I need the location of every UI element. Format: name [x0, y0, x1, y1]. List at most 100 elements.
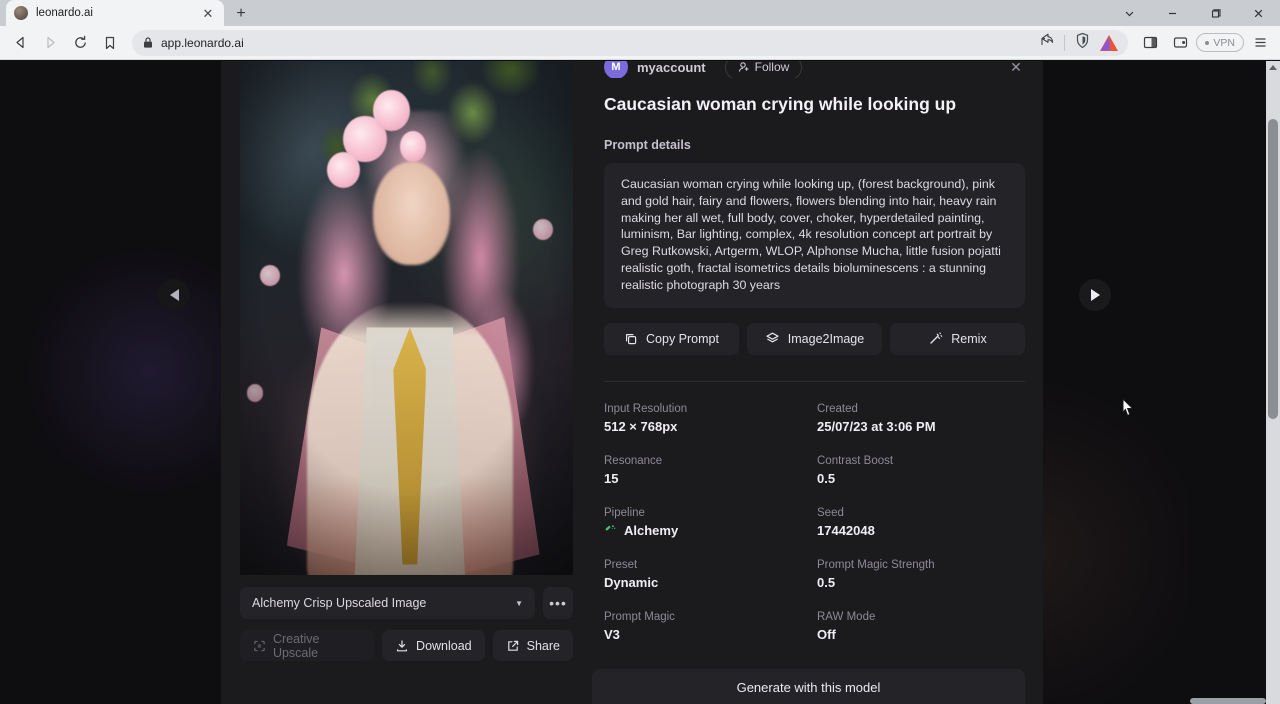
image2image-button[interactable]: Image2Image: [747, 323, 882, 355]
previous-image-button[interactable]: [158, 279, 190, 311]
creative-upscale-button[interactable]: Creative Upscale: [240, 630, 374, 661]
scroll-up-arrow-icon[interactable]: [1269, 65, 1277, 70]
magic-wand-icon: [928, 331, 943, 346]
share-external-icon: [506, 639, 520, 653]
copy-prompt-button[interactable]: Copy Prompt: [604, 323, 739, 355]
download-icon: [395, 639, 409, 653]
artwork-vignette: [240, 61, 573, 575]
metadata-value: Dynamic: [604, 575, 817, 590]
vpn-button[interactable]: VPN: [1196, 33, 1244, 52]
mouse-cursor: [1122, 398, 1134, 417]
page-title: Caucasian woman crying while looking up: [604, 94, 1025, 115]
metadata-value: 512 × 768px: [604, 419, 817, 434]
new-tab-button[interactable]: +: [228, 2, 254, 26]
variant-selector-row: Alchemy Crisp Upscaled Image ▼ •••: [240, 587, 573, 619]
generated-image[interactable]: [240, 61, 573, 575]
close-icon[interactable]: ✕: [1007, 61, 1025, 76]
address-bar-actions: [1039, 32, 1118, 54]
browser-titlebar: leonardo.ai ✕ +: [0, 0, 1280, 26]
metadata-value-pipeline: Alchemy: [604, 523, 817, 538]
metadata-label: Contrast Boost: [817, 455, 1025, 467]
follow-person-icon: [738, 61, 750, 73]
share-button[interactable]: Share: [493, 630, 573, 661]
share-icon[interactable]: [1039, 32, 1055, 53]
vpn-status-dot: [1205, 41, 1209, 45]
prompt-box[interactable]: Caucasian woman crying while looking up,…: [604, 163, 1025, 308]
next-image-button[interactable]: [1079, 279, 1111, 311]
metadata-item: Seed 17442048: [817, 507, 1025, 538]
generate-with-model-button[interactable]: Generate with this model: [592, 669, 1025, 704]
address-bar-url: app.leonardo.ai: [161, 36, 244, 50]
image-actions-row: Creative Upscale Download Share: [240, 630, 573, 661]
prompt-text: Caucasian woman crying while looking up,…: [621, 176, 1008, 294]
horizontal-scrollbar-thumb[interactable]: [1190, 698, 1266, 704]
download-button[interactable]: Download: [382, 630, 485, 661]
metadata-grid: Input Resolution 512 × 768px Created 25/…: [604, 403, 1025, 642]
tab-title: leonardo.ai: [36, 7, 192, 19]
address-bar[interactable]: app.leonardo.ai: [132, 30, 1128, 56]
sidebar-toggle-icon[interactable]: [1136, 29, 1164, 57]
window-minimize-icon[interactable]: [1151, 0, 1194, 26]
download-label: Download: [416, 639, 472, 653]
back-arrow-icon[interactable]: [6, 29, 34, 57]
vertical-scrollbar[interactable]: [1266, 61, 1280, 704]
alchemy-flask-icon: [604, 524, 617, 537]
layers-icon: [765, 331, 780, 346]
variant-select[interactable]: Alchemy Crisp Upscaled Image ▼: [240, 587, 535, 619]
forward-arrow-icon[interactable]: [36, 29, 64, 57]
browser-window: leonardo.ai ✕ +: [0, 0, 1280, 704]
metadata-value: 25/07/23 at 3:06 PM: [817, 419, 1025, 434]
page-content: Alchemy Crisp Upscaled Image ▼ ••• Creat…: [0, 61, 1280, 704]
prompt-actions: Copy Prompt Image2Image Remix: [604, 323, 1025, 355]
metadata-item: Prompt Magic V3: [604, 611, 817, 642]
browser-toolbar: app.leonardo.ai VPN: [0, 26, 1280, 60]
browser-tab[interactable]: leonardo.ai ✕: [6, 0, 224, 26]
window-close-icon[interactable]: [1237, 0, 1280, 26]
metadata-value: 17442048: [817, 523, 1025, 538]
image2image-label: Image2Image: [788, 332, 864, 346]
brave-wallet-icon[interactable]: [1166, 29, 1194, 57]
window-maximize-icon[interactable]: [1194, 0, 1237, 26]
author-name[interactable]: myaccount: [637, 61, 706, 75]
chevron-down-icon: ▼: [515, 599, 523, 608]
image-preview-panel: Alchemy Crisp Upscaled Image ▼ ••• Creat…: [221, 61, 592, 704]
image-detail-modal: Alchemy Crisp Upscaled Image ▼ ••• Creat…: [221, 61, 1043, 704]
reload-icon[interactable]: [66, 29, 94, 57]
toolbar-divider: [1064, 35, 1065, 51]
metadata-label: Prompt Magic Strength: [817, 559, 1025, 571]
metadata-label: Created: [817, 403, 1025, 415]
variant-select-label: Alchemy Crisp Upscaled Image: [252, 596, 426, 610]
metadata-label: RAW Mode: [817, 611, 1025, 623]
avatar[interactable]: M: [604, 61, 628, 78]
more-options-button[interactable]: •••: [543, 587, 573, 619]
metadata-value: 0.5: [817, 471, 1025, 486]
follow-button[interactable]: Follow: [725, 61, 803, 78]
artwork-canvas: [240, 61, 573, 575]
metadata-label: Input Resolution: [604, 403, 817, 415]
bookmark-icon[interactable]: [96, 29, 124, 57]
metadata-item: Created 25/07/23 at 3:06 PM: [817, 403, 1025, 434]
metadata-label: Resonance: [604, 455, 817, 467]
follow-label: Follow: [755, 61, 790, 74]
metadata-item: Prompt Magic Strength 0.5: [817, 559, 1025, 590]
metadata-value: 0.5: [817, 575, 1025, 590]
vpn-label: VPN: [1213, 37, 1235, 49]
creative-upscale-icon: [253, 639, 266, 653]
brave-shield-icon[interactable]: [1074, 32, 1091, 54]
remix-button[interactable]: Remix: [890, 323, 1025, 355]
metadata-label: Pipeline: [604, 507, 817, 519]
tab-close-icon[interactable]: ✕: [200, 5, 216, 21]
scrollbar-thumb[interactable]: [1268, 119, 1278, 419]
chevron-right-icon: [1091, 289, 1100, 301]
metadata-label: Seed: [817, 507, 1025, 519]
brave-leo-icon[interactable]: [1100, 35, 1118, 51]
metadata-label: Prompt Magic: [604, 611, 817, 623]
metadata-value: Off: [817, 627, 1025, 642]
share-label: Share: [527, 639, 560, 653]
favicon-icon: [14, 6, 28, 20]
window-collapse-icon[interactable]: [1108, 0, 1151, 26]
hamburger-menu-icon[interactable]: [1246, 29, 1274, 57]
metadata-item: Preset Dynamic: [604, 559, 817, 590]
window-controls: [1108, 0, 1280, 26]
lock-icon: [142, 36, 154, 49]
